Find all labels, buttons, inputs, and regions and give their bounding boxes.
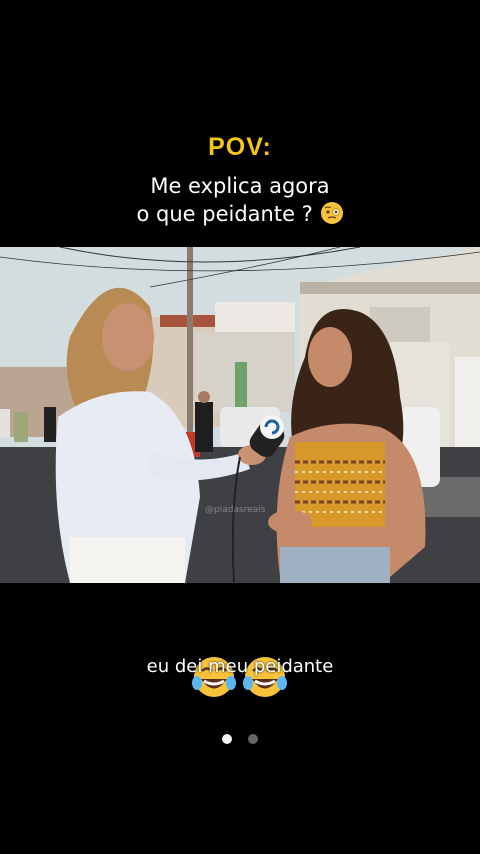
question-line-2: o que peidante ? bbox=[136, 202, 313, 226]
carousel-dot-active[interactable] bbox=[222, 734, 233, 744]
carousel-indicator bbox=[0, 729, 480, 748]
video-frame[interactable]: @piadasreais bbox=[0, 247, 480, 583]
street-interview-scene bbox=[0, 247, 480, 583]
monocle-face-emoji-icon bbox=[320, 202, 343, 224]
question-line-1: Me explica agora bbox=[150, 174, 330, 198]
video-watermark: @piadasreais bbox=[205, 505, 266, 515]
question-line-2-row: o que peidante ? bbox=[0, 200, 480, 228]
caption-text: eu dei meu peidante bbox=[146, 656, 334, 677]
pov-label: POV: bbox=[208, 133, 272, 161]
question-text: Me explica agora o que peidante ? bbox=[0, 172, 480, 228]
carousel-dot[interactable] bbox=[247, 734, 258, 744]
